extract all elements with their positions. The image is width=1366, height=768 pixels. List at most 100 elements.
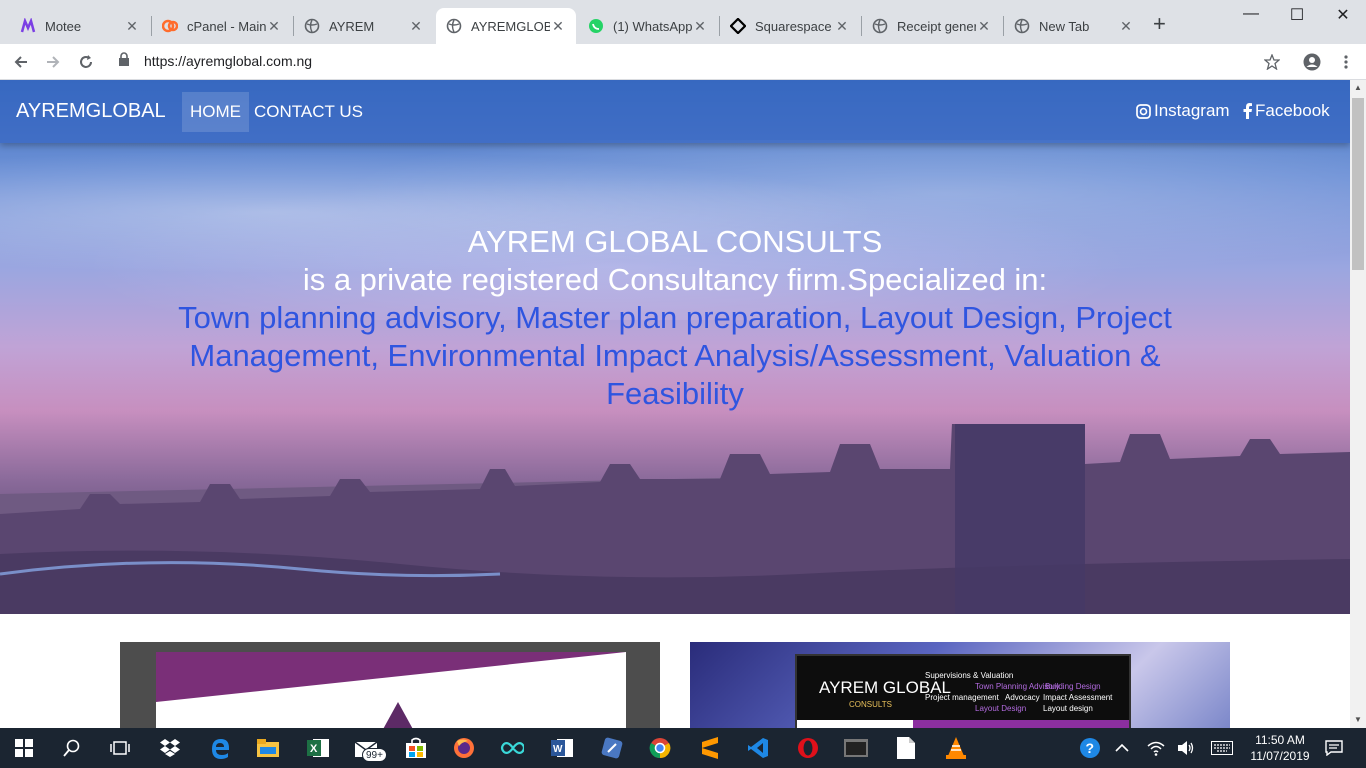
scroll-down-arrow-icon[interactable]: ▼ [1350,712,1366,728]
facebook-link[interactable]: Facebook [1243,101,1330,121]
signboard-bullet: Impact Assessment [1043,693,1113,702]
signboard-bullet: Layout design [1043,704,1093,713]
page-scrollbar[interactable]: ▲ ▼ [1350,80,1366,728]
maximize-button[interactable]: ☐ [1274,5,1320,25]
svg-text:W: W [553,744,563,755]
close-icon[interactable]: ✕ [266,18,282,35]
close-icon[interactable]: ✕ [408,18,424,35]
instagram-link[interactable]: Instagram [1136,101,1230,121]
wifi-icon[interactable] [1144,736,1168,760]
whatsapp-icon [588,18,604,34]
keyboard-icon[interactable] [1210,736,1234,760]
close-icon[interactable]: ✕ [550,18,566,35]
opera-icon[interactable] [796,736,820,760]
task-view-icon[interactable] [108,736,132,760]
site-brand[interactable]: AYREMGLOBAL [16,100,166,123]
close-icon[interactable]: ✕ [1118,18,1134,35]
clock-date: 11/07/2019 [1250,749,1310,763]
clock-time: 11:50 AM [1255,733,1305,747]
vlc-icon[interactable] [944,736,968,760]
url-text: https://ayremglobal.com.ng [144,53,313,69]
word-icon[interactable]: W [550,736,574,760]
hero-text: AYREM GLOBAL CONSULTS is a private regis… [140,223,1210,413]
nav-home-link[interactable]: HOME [182,92,249,132]
mail-badge: 99+ [362,748,387,762]
volume-icon[interactable] [1174,736,1198,760]
search-icon[interactable] [60,736,84,760]
tab-new-tab[interactable]: New Tab ✕ [1004,8,1144,44]
brochure-image-card [120,642,660,728]
page-viewport: AYREMGLOBAL HOME CONTACT US Instagram Fa… [0,80,1350,728]
bookmark-star-icon[interactable] [1260,50,1284,74]
signboard-subtitle: CONSULTS [849,700,892,709]
tab-title: (1) WhatsApp [613,18,692,34]
chrome-icon[interactable] [648,736,672,760]
motee-icon [20,18,36,34]
file-explorer-icon[interactable] [256,736,280,760]
reload-icon [80,55,92,68]
excel-icon[interactable]: X [306,736,330,760]
tab-ayrem[interactable]: AYREM ✕ [294,8,434,44]
tab-squarespace[interactable]: Squarespace E ✕ [720,8,860,44]
signboard-bullet: Building Design [1045,682,1101,691]
system-clock[interactable]: 11:50 AM 11/07/2019 [1248,732,1312,764]
scroll-up-arrow-icon[interactable]: ▲ [1350,80,1366,96]
terminal-icon[interactable] [844,736,868,760]
lock-icon [118,51,134,71]
hero-title: AYREM GLOBAL CONSULTS [467,224,883,259]
store-icon[interactable] [404,736,428,760]
windows-start-icon[interactable] [12,736,36,760]
infinity-icon[interactable] [500,736,524,760]
firefox-icon[interactable] [452,736,476,760]
scrollbar-thumb[interactable] [1352,98,1364,270]
signboard-bullet: Supervisions & Valuation [925,671,1014,680]
browser-toolbar: https://ayremglobal.com.ng [0,44,1366,80]
city-skyline-image [0,424,1350,614]
tab-ayremglobal[interactable]: AYREMGLOBAL ✕ [436,8,576,44]
sublime-icon[interactable] [698,736,722,760]
svg-text:?: ? [1086,740,1095,756]
globe-icon [304,18,320,34]
tab-receipt[interactable]: Receipt genera ✕ [862,8,1002,44]
edge-icon[interactable] [208,736,232,760]
vscode-icon[interactable] [746,736,770,760]
app-icon[interactable] [600,736,624,760]
close-icon[interactable]: ✕ [124,18,140,35]
address-bar[interactable]: https://ayremglobal.com.ng [110,46,1290,76]
logo-icon [376,702,420,728]
close-window-button[interactable]: ✕ [1320,5,1366,25]
globe-icon [446,18,462,34]
instagram-icon [1136,103,1151,119]
close-icon[interactable]: ✕ [834,18,850,35]
tab-title: Receipt genera [897,18,976,34]
notifications-icon[interactable] [1322,736,1346,760]
signboard: AYREM GLOBAL CONSULTS Supervisions & Val… [795,654,1131,728]
reload-button[interactable] [74,50,98,74]
hero-subtitle: is a private registered Consultancy firm… [302,262,1048,297]
tab-title: AYREM [329,18,375,34]
hero-section: AYREMGLOBAL HOME CONTACT US Instagram Fa… [0,80,1350,614]
tab-title: Motee [45,18,82,34]
profile-avatar-icon[interactable] [1300,50,1324,74]
chevron-up-icon[interactable] [1110,736,1134,760]
close-icon[interactable]: ✕ [976,18,992,35]
globe-icon [1014,18,1030,34]
tab-whatsapp[interactable]: (1) WhatsApp ✕ [578,8,718,44]
nav-contact-link[interactable]: CONTACT US [246,92,371,132]
dropbox-icon[interactable] [158,736,182,760]
close-icon[interactable]: ✕ [692,18,708,35]
tab-title: AYREMGLOBAL [471,18,550,34]
notepad-icon[interactable] [894,736,918,760]
menu-kebab-icon[interactable] [1334,50,1358,74]
tab-cpanel[interactable]: cPanel - Main ✕ [152,8,292,44]
squarespace-icon [730,18,746,34]
back-button[interactable] [9,50,33,74]
new-tab-button[interactable]: + [1153,13,1166,35]
minimize-button[interactable]: — [1228,5,1274,23]
help-icon[interactable]: ? [1078,736,1102,760]
site-navbar: AYREMGLOBAL HOME CONTACT US Instagram Fa… [0,80,1350,143]
forward-button[interactable] [41,50,65,74]
globe-icon [872,18,888,34]
facebook-label: Facebook [1255,101,1330,120]
tab-motee[interactable]: Motee ✕ [10,8,150,44]
